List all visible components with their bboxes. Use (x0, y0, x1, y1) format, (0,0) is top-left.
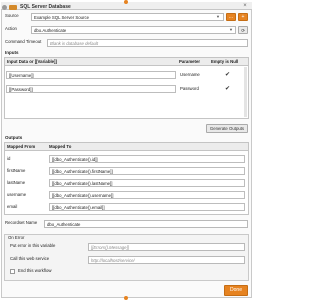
col-empty-is-null: Empty is Null (211, 59, 239, 64)
database-icon (9, 5, 17, 10)
mapped-to-field[interactable]: [[dbo_Authenticate().email]] (49, 203, 245, 211)
mapped-from: lastName (7, 180, 26, 185)
mapped-to-field[interactable]: [[dbo_Authenticate().lastName]] (49, 179, 245, 187)
end-workflow-checkbox[interactable] (10, 269, 15, 274)
action-dropdown-chevron-icon[interactable]: ▼ (229, 27, 233, 33)
end-workflow-label: End this workflow (18, 268, 52, 273)
table-row: email [[dbo_Authenticate().email]] (5, 202, 248, 213)
col-input-data: Input Data or [[Variable]] (7, 59, 57, 64)
mapped-from: username (7, 192, 27, 197)
outputs-grid: Mapped From Mapped To id [[dbo_Authentic… (4, 142, 249, 215)
command-timeout-label: Command Timeout (5, 39, 42, 44)
parameter-name: Password (180, 86, 199, 91)
gear-icon[interactable] (2, 5, 7, 10)
recordset-input[interactable]: dbo_Authenticate (44, 220, 248, 228)
mapped-to-field[interactable]: [[dbo_Authenticate().username]] (49, 191, 245, 199)
source-more-button[interactable]: ... (226, 13, 236, 21)
resize-handle-top[interactable] (124, 0, 128, 4)
parameter-name: Username (180, 72, 200, 77)
put-error-input[interactable]: [[Errors().Message]] (88, 243, 245, 251)
window-title: SQL Server Database (20, 4, 71, 10)
close-icon[interactable]: × (241, 2, 249, 10)
action-select[interactable]: dbo.Authenticate (31, 26, 236, 34)
table-row: [[Password]] Password ✔ (5, 83, 248, 97)
table-row: firstName [[dbo_Authenticate().firstName… (5, 166, 248, 177)
call-service-label: Call this web service (10, 256, 50, 261)
command-timeout-input[interactable]: Blank is database default (47, 39, 248, 47)
mapped-to-field[interactable]: [[dbo_Authenticate().id]] (49, 155, 245, 163)
col-mapped-to: Mapped To (49, 144, 72, 149)
grid-scrollbar[interactable] (244, 67, 247, 117)
outputs-grid-header: Mapped From Mapped To (5, 143, 248, 151)
table-row: username [[dbo_Authenticate().username]] (5, 190, 248, 201)
input-value-field[interactable]: [[Username]] (6, 71, 176, 79)
source-label: Source (5, 13, 19, 18)
checkmark-icon[interactable]: ✔ (225, 72, 230, 78)
mapped-to-field[interactable]: [[dbo_Authenticate().firstName]] (49, 167, 245, 175)
inputs-title: Inputs (5, 50, 19, 55)
source-new-button[interactable]: + (238, 13, 248, 21)
inputs-grid-header: Input Data or [[Variable]] Parameter Emp… (5, 58, 248, 66)
call-service-input[interactable]: http://localhost/service/ (88, 256, 245, 264)
outputs-title: Outputs (5, 135, 23, 140)
inputs-grid: Input Data or [[Variable]] Parameter Emp… (4, 57, 249, 119)
done-button[interactable]: Done (224, 285, 248, 296)
generate-outputs-button[interactable]: Generate Outputs (206, 124, 248, 133)
put-error-label: Put error in this variable (10, 243, 56, 248)
mapped-from: firstName (7, 168, 26, 173)
checkmark-icon[interactable]: ✔ (225, 86, 230, 92)
table-row: lastName [[dbo_Authenticate().lastName]] (5, 178, 248, 189)
source-dropdown-chevron-icon[interactable]: ▼ (216, 14, 220, 20)
refresh-icon[interactable]: ⟳ (238, 26, 248, 34)
table-row: id [[dbo_Authenticate().id]] (5, 154, 248, 165)
input-value-field[interactable]: [[Password]] (6, 85, 176, 93)
col-mapped-from: Mapped From (7, 144, 36, 149)
source-select[interactable]: Example SQL Server Source (31, 13, 224, 21)
mapped-from: id (7, 156, 11, 161)
col-parameter: Parameter (179, 59, 201, 64)
table-row: [[Username]] Username ✔ (5, 67, 248, 81)
resize-handle-bottom[interactable] (124, 296, 128, 300)
action-label: Action (5, 26, 17, 31)
mapped-from: email (7, 204, 18, 209)
on-error-title: On Error (8, 235, 25, 240)
recordset-label: Recordset Name (5, 220, 38, 225)
